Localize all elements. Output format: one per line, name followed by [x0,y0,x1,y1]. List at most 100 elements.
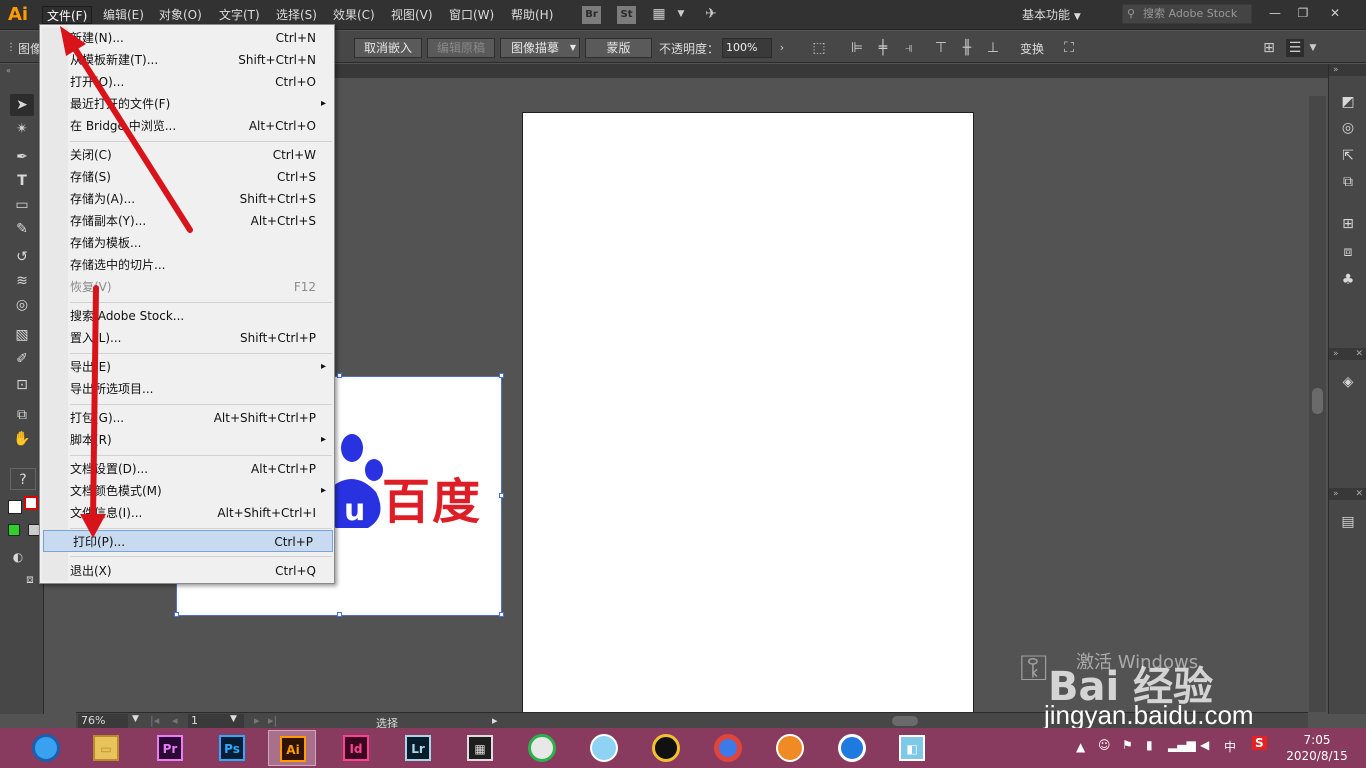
menu-close[interactable]: 关闭(C) Ctrl+W [70,144,318,166]
align-to-icon[interactable]: ⬚ [810,39,828,57]
export-icon[interactable]: ⇱ [1338,146,1358,166]
align-right-icon[interactable]: ⫣ [900,39,918,57]
close-button[interactable]: ✕ [1322,3,1348,23]
network-icon[interactable]: ▂▄▆ [1168,738,1196,752]
warp-tool-icon[interactable]: ≋ [10,270,34,292]
align-left-icon[interactable]: ⊫ [848,39,866,57]
taskbar-qq-button[interactable] [642,730,690,766]
mask-button[interactable]: 蒙版 [585,38,652,58]
zoom-level-input[interactable]: 76% [78,714,128,728]
taskbar-photoshop-button[interactable]: Ps [208,730,256,766]
ime-indicator[interactable]: 中 [1224,738,1236,755]
taskbar-app-button[interactable] [518,730,566,766]
paintbrush-tool-icon[interactable]: ✎ [10,218,34,240]
edit-original-button[interactable]: 编辑原稿 [427,38,495,58]
expand-icon[interactable]: » [1333,348,1339,360]
align-vcenter-icon[interactable]: ╫ [958,39,976,57]
taskbar-lightroom-button[interactable]: Lr [394,730,442,766]
last-page-icon[interactable]: ▸| [268,714,277,727]
taskbar-sogou-button[interactable] [828,730,876,766]
menu-save-as[interactable]: 存储为(A)... Shift+Ctrl+S [70,188,318,210]
taskbar-browser-button[interactable] [22,730,70,766]
taskbar-indesign-button[interactable]: Id [332,730,380,766]
menu-export[interactable]: 导出(E) ▸ [70,356,326,378]
menu-save-copy[interactable]: 存储副本(Y)... Alt+Ctrl+S [70,210,318,232]
opacity-input[interactable]: 100% [722,38,772,58]
notification-icon[interactable]: ⚑ [1122,738,1133,752]
shape-builder-tool-icon[interactable]: ◎ [10,294,34,316]
expand-icon[interactable]: » [1333,488,1339,500]
scroll-thumb[interactable] [1312,388,1323,414]
restore-button[interactable]: ❐ [1290,3,1316,23]
appearance-icon[interactable]: ◎ [1338,118,1358,138]
fill-swatch[interactable] [8,500,22,514]
expand-icon[interactable]: » [1333,64,1339,76]
panel-menu-icon[interactable]: ☰ [1286,39,1304,57]
sogou-ime-icon[interactable]: S [1252,736,1267,750]
scroll-thumb[interactable] [892,716,918,726]
menu-document-setup[interactable]: 文档设置(D)... Alt+Ctrl+P [70,458,318,480]
rotate-tool-icon[interactable]: ↺ [10,246,34,268]
stroke-swatch[interactable] [24,496,38,510]
draw-mode-icon[interactable]: ◐ [6,546,30,568]
menu-browse-bridge[interactable]: 在 Bridge 中浏览... Alt+Ctrl+O [70,115,318,137]
align-top-icon[interactable]: ⊤ [932,39,950,57]
volume-icon[interactable]: ◀ [1200,738,1209,752]
status-menu-icon[interactable]: ▸ [492,714,498,727]
arrange-documents-icon[interactable]: ▦ [650,5,668,23]
resize-handle[interactable] [499,612,504,617]
menu-search-stock[interactable]: 搜索 Adobe Stock... [70,305,318,327]
isolate-icon[interactable]: ⛶ [1060,39,1078,57]
workspace-switcher[interactable]: 基本功能 ▼ [1022,6,1104,24]
close-icon[interactable]: ✕ [1355,488,1363,500]
menu-open-recent[interactable]: 最近打开的文件(F) ▸ [70,93,326,115]
bridge-button[interactable]: Br [582,6,601,24]
next-page-icon[interactable]: ▸ [254,714,260,727]
chevron-down-icon[interactable]: ▼ [132,714,139,724]
menu-revert[interactable]: 恢复(V) F12 [70,276,318,298]
artboard[interactable] [522,112,974,714]
menu-new-from-template[interactable]: 从模板新建(T)... Shift+Ctrl+N [70,49,318,71]
layers-icon[interactable]: ◈ [1338,372,1358,392]
unembed-button[interactable]: 取消嵌入 [354,38,422,58]
eyedropper-tool-icon[interactable]: ✐ [10,348,34,370]
menu-export-selection[interactable]: 导出所选项目... [70,378,318,400]
stock-button[interactable]: St [617,6,636,24]
hand-tool-icon[interactable]: ✋ [10,428,34,450]
menu-view[interactable]: 视图(V) [387,6,437,24]
color-guide-icon[interactable]: ◩ [1338,92,1358,112]
tray-expand-icon[interactable]: ▲ [1076,740,1085,754]
minimize-button[interactable]: — [1262,3,1288,23]
resize-handle[interactable] [337,612,342,617]
close-icon[interactable]: ✕ [1355,348,1363,360]
qq-tray-icon[interactable]: ☺ [1098,738,1111,752]
magic-wand-tool-icon[interactable]: ✴ [10,118,34,140]
menu-file-info[interactable]: 文件信息(I)... Alt+Shift+Ctrl+I [70,502,318,524]
pen-tool-icon[interactable]: ✒ [10,146,34,168]
taskbar-illustrator-button[interactable]: Ai [268,730,316,766]
panel-header[interactable]: » ✕ [1329,488,1366,500]
menu-save-as-template[interactable]: 存储为模板... [70,232,318,254]
align-bottom-icon[interactable]: ⊥ [984,39,1002,57]
menu-file[interactable]: 文件(F) [42,6,93,24]
chevron-right-icon[interactable]: › [773,39,791,57]
rectangle-tool-icon[interactable]: ▭ [10,194,34,216]
type-tool-icon[interactable]: T [10,170,34,192]
symbol-sprayer-tool-icon[interactable]: ⊡ [10,374,34,396]
menu-select[interactable]: 选择(S) [272,6,321,24]
menu-place[interactable]: 置入(L)... Shift+Ctrl+P [70,327,318,349]
color-mode-icon[interactable] [8,524,20,536]
panel-header[interactable]: » [1329,64,1366,76]
menu-document-color-mode[interactable]: 文档颜色模式(M) ▸ [70,480,326,502]
chevron-down-icon[interactable]: ▼ [230,714,237,724]
taskbar-video-editor-button[interactable]: ▦ [456,730,504,766]
menu-new[interactable]: 新建(N)... Ctrl+N [70,27,318,49]
image-trace-button[interactable]: 图像描摹 ▼ [500,38,580,58]
resize-handle[interactable] [174,612,179,617]
resize-handle[interactable] [499,493,504,498]
artboard-tool-icon[interactable]: ⧉ [10,404,34,426]
grid-icon[interactable]: ⊞ [1260,39,1278,57]
perspective-grid-tool-icon[interactable]: ▧ [10,324,34,346]
taskbar-chrome-button[interactable] [704,730,752,766]
transform-link[interactable]: 变换 [1020,40,1044,57]
